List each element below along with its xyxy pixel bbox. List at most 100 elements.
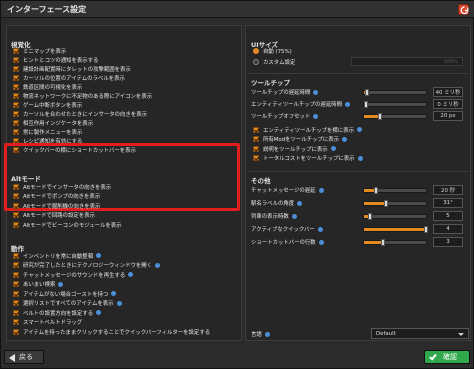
action-option[interactable]: あいまい検索 xyxy=(13,280,64,289)
alt-mode-option[interactable]: Altモードでビーコンのモジュールを表示 xyxy=(13,220,122,229)
info-icon[interactable] xyxy=(313,89,319,95)
tooltip-setting-value[interactable]: 0 ミリ秒 xyxy=(433,99,463,109)
checkbox-checked-icon[interactable] xyxy=(13,65,19,72)
info-icon[interactable] xyxy=(111,291,117,296)
slider-thumb[interactable] xyxy=(381,239,385,246)
other-setting-value[interactable]: 3 xyxy=(433,237,463,247)
info-icon[interactable] xyxy=(330,146,336,151)
info-icon[interactable] xyxy=(318,239,324,245)
checkbox-checked-icon[interactable] xyxy=(253,136,259,142)
slider-thumb[interactable] xyxy=(384,200,388,207)
language-dropdown[interactable]: Default xyxy=(371,328,469,339)
info-icon[interactable] xyxy=(317,226,323,232)
other-setting-slider[interactable] xyxy=(363,187,427,194)
checkbox-checked-icon[interactable] xyxy=(253,155,259,161)
checkbox-checked-icon[interactable] xyxy=(13,319,19,325)
info-icon[interactable] xyxy=(96,310,102,315)
tooltip-setting-slider[interactable] xyxy=(363,89,427,96)
checkbox-checked-icon[interactable] xyxy=(13,56,19,63)
slider-thumb[interactable] xyxy=(368,213,372,220)
slider-thumb[interactable] xyxy=(378,113,382,120)
checkbox-checked-icon[interactable] xyxy=(13,328,19,335)
other-setting-value[interactable]: 5 xyxy=(433,211,463,221)
info-icon[interactable] xyxy=(96,253,102,258)
info-icon[interactable] xyxy=(128,272,134,277)
info-icon[interactable] xyxy=(357,155,363,161)
other-setting-slider[interactable] xyxy=(363,226,428,233)
visual-option[interactable]: 物流ネットワークに不足物のある際にアイコンを表示 xyxy=(13,91,152,100)
alt-mode-option[interactable]: Altモードで掘削機の向きを表示 xyxy=(13,201,100,210)
info-icon[interactable] xyxy=(264,331,270,337)
checkbox-checked-icon[interactable] xyxy=(253,145,259,152)
tooltip-option[interactable]: トータルコストをツールチップに表示 xyxy=(253,154,363,163)
info-icon[interactable] xyxy=(313,113,319,119)
tooltip-option[interactable]: 所有Modをツールチップに表示 xyxy=(253,135,348,144)
visual-option[interactable]: 建設計画配置時にタレットの攻撃範囲を表示 xyxy=(13,64,131,73)
visual-option[interactable]: 相互作用インジケータを表示 xyxy=(13,118,93,127)
checkbox-checked-icon[interactable] xyxy=(13,262,19,268)
checkbox-checked-icon[interactable] xyxy=(13,74,19,81)
checkbox-checked-icon[interactable] xyxy=(13,193,19,199)
tooltip-setting-value[interactable]: 20 px xyxy=(433,111,463,121)
checkbox-checked-icon[interactable] xyxy=(13,101,19,108)
checkbox-checked-icon[interactable] xyxy=(13,271,19,278)
action-option[interactable]: 研究が完了したときにテクノロジーウィンドウを開く xyxy=(13,261,161,270)
checkbox-checked-icon[interactable] xyxy=(13,119,19,126)
action-option[interactable]: チャットメッセージのサウンドを再生する xyxy=(13,270,134,279)
info-icon[interactable] xyxy=(357,127,362,132)
info-icon[interactable] xyxy=(155,262,161,268)
visual-option[interactable]: 鉄道区間の可視化を表示 xyxy=(13,82,82,91)
alt-mode-option[interactable]: Altモードでインサータの向きを表示 xyxy=(13,182,111,191)
action-option[interactable]: アイテムを持ったままクリックすることでクイックバーフィルターを設定する xyxy=(13,327,210,336)
action-option[interactable]: アイテムがない場合ゴーストを持つ xyxy=(13,289,117,298)
info-icon[interactable] xyxy=(116,300,122,306)
ui-custom-option[interactable]: カスタム設定 xyxy=(253,57,295,67)
checkbox-checked-icon[interactable] xyxy=(13,281,19,287)
action-option[interactable]: スマートベルトドラッグ xyxy=(13,318,82,327)
visual-option[interactable]: カーソルの位置のアイテムのラベルを表示 xyxy=(13,73,125,82)
slider-thumb[interactable] xyxy=(364,101,368,108)
visual-option[interactable]: ゲーム中断ボタンを表示 xyxy=(13,100,82,109)
tooltip-setting-slider[interactable] xyxy=(363,101,427,108)
action-option[interactable]: ベルトの設置方向を設定する xyxy=(13,308,102,317)
info-icon[interactable] xyxy=(342,136,348,142)
info-icon[interactable] xyxy=(58,281,64,287)
tooltip-option[interactable]: エンティティツールチップを横に表示 xyxy=(253,125,362,134)
visual-option[interactable]: 常に製作メニューを表示 xyxy=(13,127,82,136)
action-option[interactable]: 選択リストですべてのアイテムを表示 xyxy=(13,299,122,308)
info-icon[interactable] xyxy=(318,187,324,193)
checkbox-checked-icon[interactable] xyxy=(13,212,19,218)
other-setting-value[interactable]: 20 秒 xyxy=(433,185,463,195)
close-button[interactable] xyxy=(458,4,469,15)
other-setting-slider[interactable] xyxy=(363,239,427,246)
tooltip-option[interactable]: 説明をツールチップに表示 xyxy=(253,144,336,153)
other-setting-slider[interactable] xyxy=(363,200,427,207)
checkbox-checked-icon[interactable] xyxy=(13,110,19,117)
other-setting-value[interactable]: 4 xyxy=(433,224,463,234)
tooltip-setting-slider[interactable] xyxy=(363,113,427,120)
checkbox-checked-icon[interactable] xyxy=(13,92,19,99)
checkbox-checked-icon[interactable] xyxy=(13,202,19,209)
info-icon[interactable] xyxy=(345,101,350,107)
checkbox-checked-icon[interactable] xyxy=(253,126,259,133)
slider-thumb[interactable] xyxy=(424,226,428,233)
ui-auto-option[interactable]: 自動 (75%) xyxy=(253,46,292,56)
visual-option[interactable]: カーソルを合わせたときにインサータの向きを表示 xyxy=(13,109,147,118)
other-setting-value[interactable]: 31° xyxy=(433,198,463,208)
tooltip-setting-value[interactable]: 40 ミリ秒 xyxy=(433,87,463,97)
checkbox-checked-icon[interactable] xyxy=(13,221,19,228)
slider-thumb[interactable] xyxy=(374,187,378,194)
checkbox-checked-icon[interactable] xyxy=(13,183,19,190)
visual-option[interactable]: ミニマップを表示 xyxy=(13,46,66,55)
checkbox-checked-icon[interactable] xyxy=(13,83,19,90)
alt-mode-option[interactable]: Altモードでポンプの向きを表示 xyxy=(13,192,100,201)
checkbox-checked-icon[interactable] xyxy=(13,128,19,135)
checkbox-checked-icon[interactable] xyxy=(13,290,19,297)
checkbox-checked-icon[interactable] xyxy=(13,309,19,316)
info-icon[interactable] xyxy=(291,213,297,219)
slider-thumb[interactable] xyxy=(365,89,369,96)
info-icon[interactable] xyxy=(297,200,303,206)
alt-mode-option[interactable]: Altモードで回路の設定を表示 xyxy=(13,211,95,220)
visual-option[interactable]: ヒントとコツの通知を表示する xyxy=(13,55,98,64)
other-setting-slider[interactable] xyxy=(363,213,427,220)
